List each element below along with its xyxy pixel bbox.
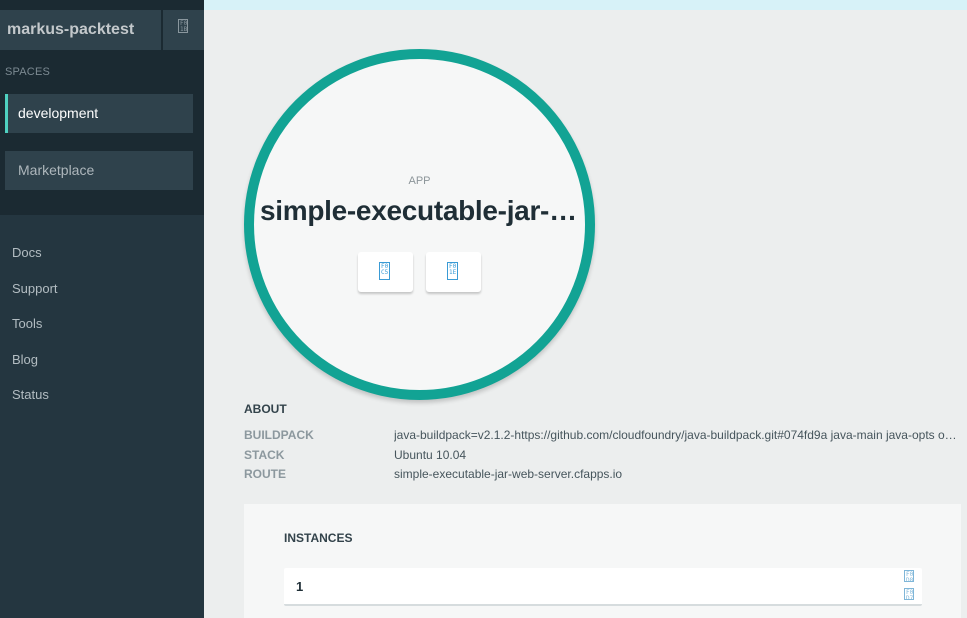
sidebar-link-support[interactable]: Support xyxy=(12,281,58,296)
about-key-buildpack: BUILDPACK xyxy=(244,428,314,442)
instances-stepper[interactable]: 1 F0 D8 F0 D7 xyxy=(284,568,922,606)
instances-heading: INSTANCES xyxy=(284,531,353,545)
restart-app-button[interactable]: F0 1E xyxy=(426,252,481,292)
about-heading: ABOUT xyxy=(244,402,287,416)
open-app-icon: F0 C5 xyxy=(379,262,390,280)
about-value-stack: Ubuntu 10.04 xyxy=(394,448,467,462)
sidebar-item-development[interactable]: development xyxy=(5,94,193,133)
restart-icon: F0 1E xyxy=(447,262,458,280)
instances-value[interactable]: 1 xyxy=(296,579,303,594)
org-name[interactable]: markus-packtest xyxy=(0,10,161,50)
about-value-buildpack: java-buildpack=v2.1.2-https://github.com… xyxy=(394,428,962,442)
increment-icon[interactable]: F0 D8 xyxy=(904,570,914,584)
sidebar-item-marketplace[interactable]: Marketplace xyxy=(5,151,193,190)
about-key-stack: STACK xyxy=(244,448,285,462)
sidebar-link-docs[interactable]: Docs xyxy=(12,245,42,260)
sidebar-link-blog[interactable]: Blog xyxy=(12,352,38,367)
about-value-route[interactable]: simple-executable-jar-web-server.cfapps.… xyxy=(394,467,962,481)
top-banner xyxy=(204,0,967,10)
sidebar-org-section: markus-packtest F0 1B SPACES development … xyxy=(0,0,204,215)
open-app-button[interactable]: F0 C5 xyxy=(358,252,413,292)
sidebar-link-status[interactable]: Status xyxy=(12,387,49,402)
org-switch-button[interactable]: F0 1B xyxy=(163,10,204,50)
decrement-icon[interactable]: F0 D7 xyxy=(904,588,914,602)
instances-card: INSTANCES 1 F0 D8 F0 D7 xyxy=(244,504,961,618)
app-type-label: APP xyxy=(408,175,431,187)
app-summary-circle: APP simple-executable-jar-web-server F0C… xyxy=(244,49,595,400)
spaces-label: SPACES xyxy=(5,66,51,78)
about-key-route: ROUTE xyxy=(244,467,286,481)
switch-org-icon: F0 1B xyxy=(178,19,188,33)
sidebar-link-tools[interactable]: Tools xyxy=(12,316,42,331)
sidebar: markus-packtest F0 1B SPACES development … xyxy=(0,0,204,618)
app-name: simple-executable-jar-web-server xyxy=(260,195,580,226)
org-bar: markus-packtest F0 1B xyxy=(0,10,204,50)
